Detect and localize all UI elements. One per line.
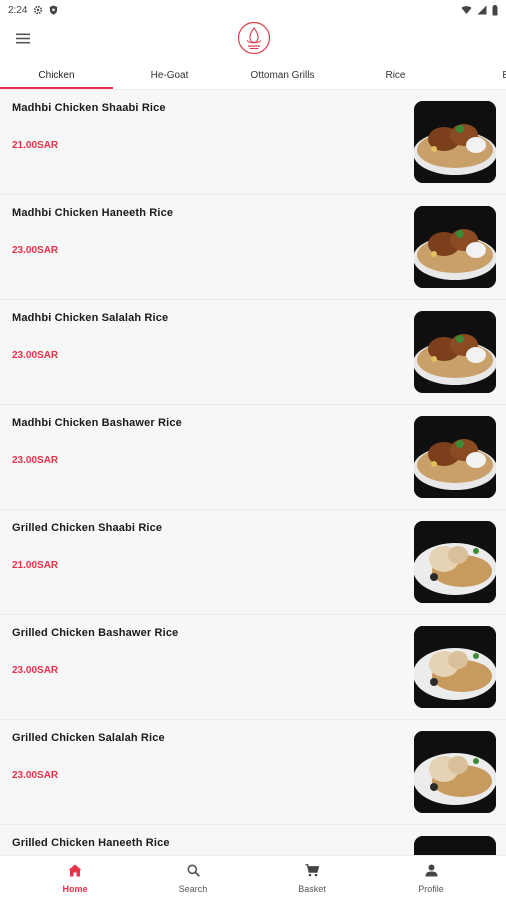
tab-ed[interactable]: Ed (452, 60, 506, 89)
tab-rice[interactable]: Rice (339, 60, 452, 89)
menu-item-list: Madhbi Chicken Shaabi Rice 21.00SAR Madh… (0, 90, 506, 855)
tab-chicken[interactable]: Chicken (0, 60, 113, 89)
nav-profile[interactable]: Profile (371, 856, 491, 900)
food-photo (414, 731, 496, 813)
tab-label: He-Goat (150, 69, 189, 81)
food-photo (414, 836, 496, 855)
bottom-navigation: Home Search Basket Profile (0, 855, 506, 900)
nav-home[interactable]: Home (15, 856, 135, 900)
item-price: 23.00SAR (12, 350, 59, 361)
status-right (461, 4, 498, 16)
gear-icon (33, 5, 43, 15)
restaurant-logo-icon (237, 21, 271, 55)
cart-icon (305, 863, 320, 882)
menu-item[interactable]: Madhbi Chicken Shaabi Rice 21.00SAR (0, 90, 506, 195)
hamburger-menu-icon[interactable] (12, 30, 34, 46)
category-tabs: Chicken He-Goat Ottoman Grills Rice Ed (0, 60, 506, 90)
food-photo (414, 206, 496, 288)
nav-search[interactable]: Search (133, 856, 253, 900)
tab-label: Rice (385, 69, 406, 81)
active-tab-indicator (0, 87, 113, 89)
item-name: Grilled Chicken Salalah Rice (12, 732, 165, 744)
status-left: 2:24 (8, 5, 58, 16)
item-price: 21.00SAR (12, 560, 59, 571)
app-header (0, 20, 506, 60)
home-icon (68, 864, 82, 882)
tab-ottoman-grills[interactable]: Ottoman Grills (226, 60, 339, 89)
profile-icon (425, 864, 438, 882)
menu-item[interactable]: Grilled Chicken Shaabi Rice 21.00SAR (0, 510, 506, 615)
menu-item[interactable]: Madhbi Chicken Haneeth Rice 23.00SAR (0, 195, 506, 300)
food-photo (414, 626, 496, 708)
wifi-icon (461, 5, 472, 15)
item-name: Madhbi Chicken Salalah Rice (12, 312, 169, 324)
status-time: 2:24 (8, 4, 28, 16)
item-name: Grilled Chicken Haneeth Rice (12, 837, 170, 849)
signal-icon (477, 5, 487, 15)
tab-label: Ottoman Grills (250, 69, 315, 81)
menu-item[interactable]: Madhbi Chicken Salalah Rice 23.00SAR (0, 300, 506, 405)
shield-icon (49, 5, 58, 15)
food-photo (414, 311, 496, 393)
nav-label: Profile (418, 883, 444, 894)
tab-he-goat[interactable]: He-Goat (113, 60, 226, 89)
nav-label: Basket (298, 883, 326, 894)
food-photo (414, 521, 496, 603)
search-icon (187, 864, 200, 882)
item-name: Madhbi Chicken Haneeth Rice (12, 207, 174, 219)
menu-item[interactable]: Grilled Chicken Haneeth Rice (0, 825, 506, 855)
item-name: Madhbi Chicken Bashawer Rice (12, 417, 182, 429)
battery-icon (492, 4, 498, 16)
item-name: Grilled Chicken Bashawer Rice (12, 627, 179, 639)
menu-item[interactable]: Grilled Chicken Salalah Rice 23.00SAR (0, 720, 506, 825)
nav-label: Search (178, 883, 208, 894)
item-price: 23.00SAR (12, 770, 59, 781)
nav-label: Home (62, 883, 88, 894)
tab-label: Chicken (38, 69, 75, 81)
item-name: Grilled Chicken Shaabi Rice (12, 522, 163, 534)
tab-label: Ed (502, 70, 506, 81)
item-name: Madhbi Chicken Shaabi Rice (12, 102, 166, 114)
nav-basket[interactable]: Basket (252, 856, 372, 900)
menu-item[interactable]: Grilled Chicken Bashawer Rice 23.00SAR (0, 615, 506, 720)
food-photo (414, 101, 496, 183)
item-price: 23.00SAR (12, 455, 59, 466)
item-price: 23.00SAR (12, 245, 59, 256)
status-bar: 2:24 (0, 0, 506, 20)
menu-item[interactable]: Madhbi Chicken Bashawer Rice 23.00SAR (0, 405, 506, 510)
food-photo (414, 416, 496, 498)
item-price: 23.00SAR (12, 665, 59, 676)
item-price: 21.00SAR (12, 140, 59, 151)
